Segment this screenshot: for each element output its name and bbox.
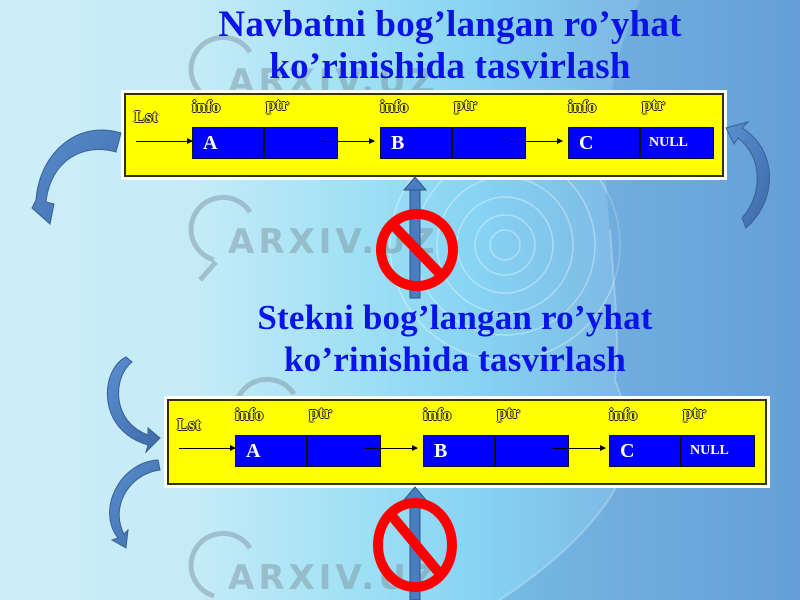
curved-arrow-icon — [31, 129, 122, 225]
curved-arrow-icon — [725, 121, 770, 229]
curved-arrow-icon — [109, 459, 161, 549]
annotation-layer — [31, 121, 770, 600]
curved-arrow-icon — [106, 356, 161, 454]
